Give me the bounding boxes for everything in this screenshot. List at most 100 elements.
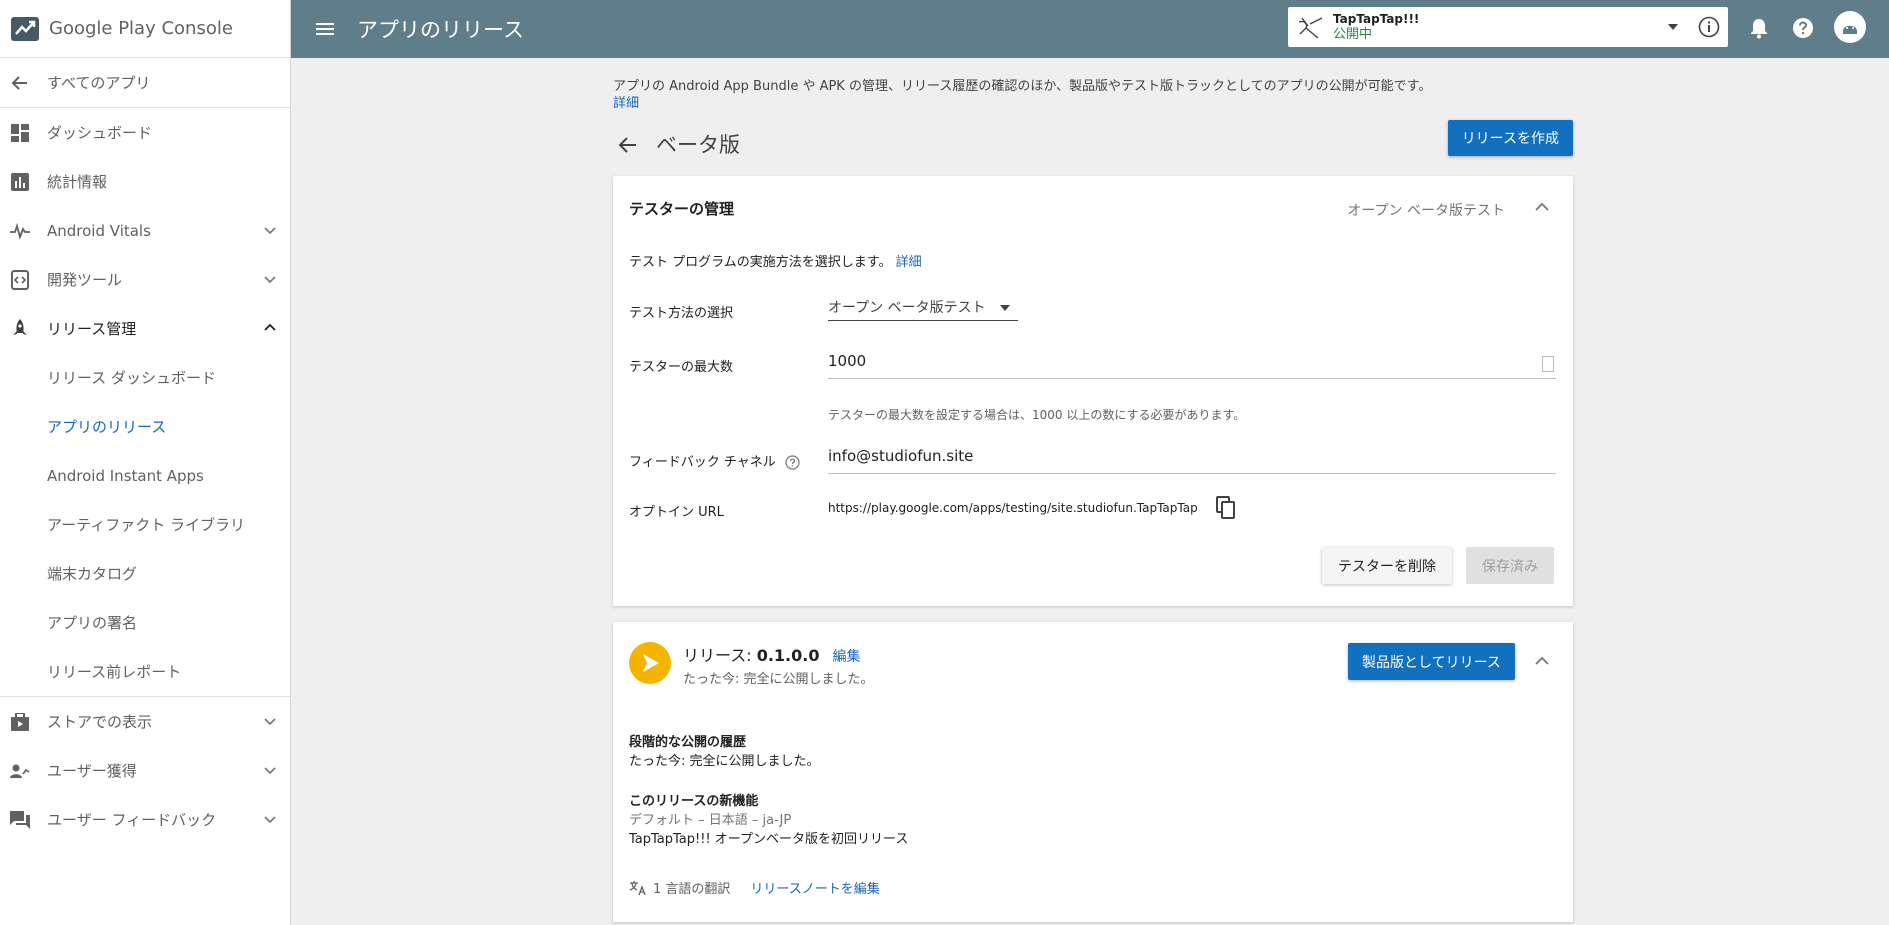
sidebar-item-stats[interactable]: 統計情報 xyxy=(0,157,290,206)
whats-new-title: このリリースの新機能 xyxy=(629,794,759,809)
sidebar: Google Play Console すべてのアプリ ダッシュボード 統計情報… xyxy=(0,0,291,925)
translations-row: 1 言語の翻訳 リリースノートを編集 xyxy=(629,878,880,897)
sidebar-item-user-acquisition[interactable]: ユーザー獲得 xyxy=(0,746,290,795)
sidebar-item-label: リリース管理 xyxy=(47,320,137,338)
test-method-select[interactable]: オープン ベータ版テスト xyxy=(828,291,1018,321)
sidebar-item-label: 統計情報 xyxy=(47,173,108,191)
back-arrow-icon[interactable] xyxy=(617,134,639,156)
app-selector[interactable]: TapTapTap!!! 公開中 xyxy=(1288,7,1728,47)
card-title: テスターの管理 xyxy=(629,200,735,218)
create-release-button[interactable]: リリースを作成 xyxy=(1447,120,1573,156)
logo-text: Google Play Console xyxy=(49,18,233,39)
optin-url-label: オプトイン URL xyxy=(629,505,724,520)
user-acquisition-icon xyxy=(10,761,30,781)
release-subtitle: たった今: 完全に公開しました。 xyxy=(683,672,874,687)
sidebar-item-release-management[interactable]: リリース管理 xyxy=(0,304,290,353)
app-name: TapTapTap!!! xyxy=(1333,12,1420,26)
vitals-icon xyxy=(10,221,30,241)
page-title: ベータ版 xyxy=(656,133,740,157)
feedback-channel-label: フィードバック チャネル xyxy=(629,451,800,470)
details-link[interactable]: 詳細 xyxy=(896,255,922,270)
test-method-value: オープン ベータ版テスト xyxy=(828,300,986,316)
app-logo-icon xyxy=(1298,17,1323,39)
sidebar-item-label: ダッシュボード xyxy=(47,124,153,142)
chevron-down-icon xyxy=(264,767,276,775)
max-testers-value: 1000 xyxy=(828,352,867,370)
chevron-down-icon xyxy=(264,718,276,726)
feedback-channel-input[interactable]: info@studiofun.site xyxy=(828,444,1556,474)
sidebar-subitem-device-catalog[interactable]: 端末カタログ xyxy=(0,549,290,598)
max-testers-label: テスターの最大数 xyxy=(629,360,734,375)
chevron-down-icon xyxy=(264,816,276,824)
stats-icon xyxy=(10,172,30,192)
dropdown-caret-icon xyxy=(1000,305,1010,311)
copy-icon[interactable] xyxy=(1215,496,1237,520)
feedback-channel-value: info@studiofun.site xyxy=(828,447,974,465)
max-testers-hint: テスターの最大数を設定する場合は、1000 以上の数にする必要があります。 xyxy=(828,408,1246,422)
edit-release-link[interactable]: 編集 xyxy=(833,649,861,665)
testing-type-label: オープン ベータ版テスト xyxy=(1347,203,1505,219)
help-circle-icon[interactable] xyxy=(785,455,800,470)
whats-new-text: TapTapTap!!! オープンベータ版を初回リリース xyxy=(629,832,909,847)
release-play-icon xyxy=(629,642,671,684)
sidebar-item-label: ユーザー フィードバック xyxy=(47,811,217,829)
number-stepper[interactable] xyxy=(1542,356,1554,372)
sidebar-item-label: ストアでの表示 xyxy=(47,713,153,731)
release-version: 0.1.0.0 xyxy=(756,646,820,665)
app-status: 公開中 xyxy=(1333,27,1373,42)
sidebar-item-devtools[interactable]: 開発ツール xyxy=(0,255,290,304)
store-icon xyxy=(10,712,30,732)
intro-details-link[interactable]: 詳細 xyxy=(613,95,1573,112)
rollout-history-title: 段階的な公開の履歴 xyxy=(629,735,747,750)
delete-testers-button[interactable]: テスターを削除 xyxy=(1322,547,1452,584)
description-text: テスト プログラムの実施方法を選択します。 xyxy=(629,255,892,270)
info-icon[interactable] xyxy=(1698,16,1720,38)
sidebar-subitem-app-releases[interactable]: アプリのリリース xyxy=(0,402,290,451)
rocket-icon xyxy=(10,318,30,339)
sidebar-subitem-instant-apps[interactable]: Android Instant Apps xyxy=(0,451,290,500)
chevron-up-icon[interactable] xyxy=(1531,650,1553,672)
dashboard-icon xyxy=(10,123,30,143)
sidebar-item-user-feedback[interactable]: ユーザー フィードバック xyxy=(0,795,290,844)
test-method-label: テスト方法の選択 xyxy=(629,306,734,321)
sidebar-item-vitals[interactable]: Android Vitals xyxy=(0,206,290,255)
feedback-channel-text: フィードバック チャネル xyxy=(629,455,776,470)
chevron-down-icon xyxy=(264,276,276,284)
promote-to-production-button[interactable]: 製品版としてリリース xyxy=(1348,643,1515,680)
notifications-bell-icon[interactable] xyxy=(1747,16,1771,40)
sidebar-subitem-artifact-library[interactable]: アーティファクト ライブラリ xyxy=(0,500,290,549)
top-bar: アプリのリリース TapTapTap!!! 公開中 xyxy=(291,0,1889,58)
chevron-up-icon xyxy=(264,323,276,331)
avatar[interactable] xyxy=(1834,11,1866,43)
all-apps-link[interactable]: すべてのアプリ xyxy=(0,58,290,107)
play-console-logo[interactable]: Google Play Console xyxy=(0,0,290,58)
sidebar-item-label: 開発ツール xyxy=(47,271,123,289)
manage-testers-card: テスターの管理 オープン ベータ版テスト テスト プログラムの実施方法を選択しま… xyxy=(613,176,1573,606)
sidebar-item-label: ユーザー獲得 xyxy=(47,762,137,780)
help-icon[interactable] xyxy=(1791,16,1815,40)
saved-button: 保存済み xyxy=(1466,547,1554,584)
dropdown-caret-icon xyxy=(1668,24,1678,30)
hamburger-menu-icon[interactable] xyxy=(313,17,337,41)
max-testers-input[interactable]: 1000 xyxy=(828,349,1556,379)
chevron-up-icon[interactable] xyxy=(1531,196,1553,218)
back-arrow-icon xyxy=(10,73,30,93)
sidebar-item-dashboard[interactable]: ダッシュボード xyxy=(0,108,290,157)
sidebar-item-label: Android Vitals xyxy=(47,221,151,240)
sidebar-subitem-release-dashboard[interactable]: リリース ダッシュボード xyxy=(0,353,290,402)
devtools-icon xyxy=(10,269,30,290)
edit-release-notes-link[interactable]: リリースノートを編集 xyxy=(750,878,879,897)
all-apps-label: すべてのアプリ xyxy=(47,74,151,92)
play-console-logo-icon xyxy=(11,16,39,41)
sidebar-item-store-presence[interactable]: ストアでの表示 xyxy=(0,697,290,746)
sidebar-subitem-app-signing[interactable]: アプリの署名 xyxy=(0,598,290,647)
release-title: リリース: 0.1.0.0 編集 xyxy=(683,642,861,666)
main-content: アプリの Android App Bundle や APK の管理、リリース履歴… xyxy=(613,58,1573,922)
page-header-title: アプリのリリース xyxy=(357,18,524,42)
intro-text: アプリの Android App Bundle や APK の管理、リリース履歴… xyxy=(613,78,1573,112)
sidebar-subitem-prelaunch-report[interactable]: リリース前レポート xyxy=(0,647,290,696)
intro-description: アプリの Android App Bundle や APK の管理、リリース履歴… xyxy=(613,79,1432,94)
optin-url-value: https://play.google.com/apps/testing/sit… xyxy=(828,501,1198,515)
release-card: リリース: 0.1.0.0 編集 たった今: 完全に公開しました。 製品版として… xyxy=(613,622,1573,922)
testers-description: テスト プログラムの実施方法を選択します。 詳細 xyxy=(629,251,922,270)
